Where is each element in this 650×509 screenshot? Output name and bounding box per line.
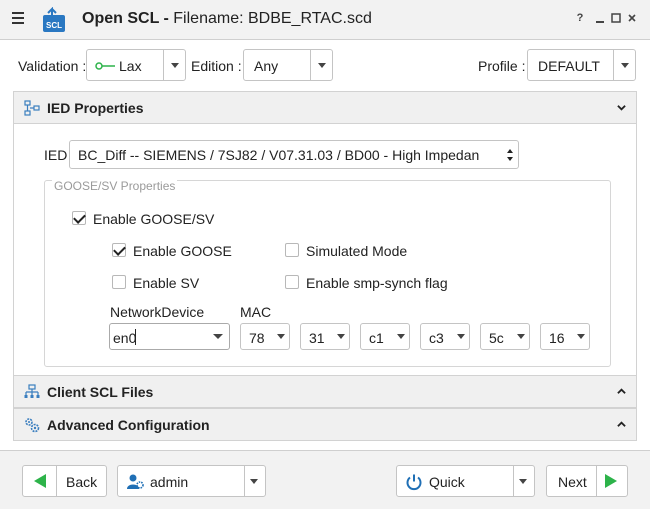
enable-sv-label: Enable SV (133, 275, 200, 291)
mac-octet-4-select[interactable]: c3 (420, 323, 470, 350)
enable-goose-sv-checkbox[interactable] (72, 211, 86, 225)
edition-label: Edition : (191, 58, 242, 74)
simulated-mode-checkbox[interactable] (285, 243, 299, 257)
smp-synch-checkbox[interactable] (285, 275, 299, 289)
mac-octet-2-select[interactable]: 31 (300, 323, 350, 350)
chevron-down-icon (397, 334, 405, 339)
chevron-down-icon (613, 50, 635, 80)
next-button[interactable]: Next (546, 465, 628, 497)
minimize-button[interactable] (593, 12, 607, 27)
user-value: admin (150, 474, 189, 490)
mac-octet-5-value: 5c (489, 330, 504, 346)
chevron-down-icon (517, 334, 525, 339)
chevron-down-icon (207, 324, 229, 349)
chevron-down-icon (577, 334, 585, 339)
validation-status-icon (95, 62, 115, 70)
validation-label: Validation : (18, 58, 87, 74)
help-button[interactable]: ? (573, 12, 587, 24)
minimize-icon (596, 21, 604, 23)
quick-button[interactable]: Quick (396, 465, 535, 497)
maximize-button[interactable] (609, 12, 623, 27)
advanced-configuration-header[interactable]: Advanced Configuration (13, 408, 637, 441)
title-bar: SCL Open SCL - Filename: BDBE_RTAC.scd ? (0, 0, 650, 40)
chevron-up-icon (617, 388, 626, 394)
edition-value: Any (254, 58, 279, 74)
network-device-label: NetworkDevice (110, 304, 205, 320)
simulated-mode-label: Simulated Mode (306, 243, 408, 259)
mac-octet-6-select[interactable]: 16 (540, 323, 590, 350)
chevron-down-icon (310, 50, 332, 80)
mac-octet-5-select[interactable]: 5c (480, 323, 530, 350)
mac-octet-3-value: c1 (369, 330, 384, 346)
next-label: Next (558, 474, 587, 490)
client-network-icon (24, 384, 40, 398)
text-cursor (135, 329, 136, 345)
profile-select[interactable]: DEFAULT (527, 49, 636, 81)
goose-sv-properties-legend: GOOSE/SV Properties (52, 179, 178, 193)
mac-octet-4-value: c3 (429, 330, 444, 346)
client-scl-files-title: Client SCL Files (47, 384, 154, 400)
filename-label: Filename: BDBE_RTAC.scd (173, 10, 372, 27)
back-arrow-icon (34, 474, 46, 488)
chevron-down-icon (337, 334, 345, 339)
scl-app-icon: SCL (42, 6, 66, 33)
next-arrow-icon (605, 474, 617, 488)
mac-octet-1-select[interactable]: 78 (240, 323, 290, 350)
ied-properties-header[interactable]: IED Properties (13, 91, 637, 124)
profile-value: DEFAULT (538, 58, 600, 74)
close-button[interactable] (625, 12, 639, 27)
mac-octet-3-select[interactable]: c1 (360, 323, 410, 350)
svg-text:SCL: SCL (46, 21, 62, 30)
chevron-down-icon (277, 334, 285, 339)
power-icon (406, 474, 422, 491)
ied-properties-title: IED Properties (47, 100, 144, 116)
profile-label: Profile : (478, 58, 526, 74)
edition-select[interactable]: Any (243, 49, 333, 81)
chevron-down-icon (163, 50, 185, 80)
network-device-value: en0 (113, 330, 137, 346)
client-scl-files-header[interactable]: Client SCL Files (13, 375, 637, 408)
quick-label: Quick (429, 474, 465, 490)
validation-value: Lax (119, 58, 142, 74)
advanced-configuration-title: Advanced Configuration (47, 417, 210, 433)
chevron-down-icon (250, 479, 258, 484)
smp-synch-label: Enable smp-synch flag (306, 275, 448, 291)
chevron-down-icon (617, 105, 626, 111)
ied-label: IED (44, 147, 68, 163)
maximize-icon (611, 13, 621, 23)
enable-sv-checkbox[interactable] (112, 275, 126, 289)
close-icon (628, 14, 636, 22)
gears-icon (25, 418, 40, 433)
chevron-down-icon (519, 479, 527, 484)
enable-goose-sv-label: Enable GOOSE/SV (93, 211, 215, 227)
chevron-down-icon (457, 334, 465, 339)
ied-network-icon (24, 100, 40, 116)
mac-octet-6-value: 16 (549, 330, 565, 346)
window-title: Open SCL - Filename: BDBE_RTAC.scd (82, 10, 372, 28)
mac-label: MAC (240, 304, 272, 320)
up-down-arrows-icon (507, 149, 513, 161)
back-label: Back (66, 474, 98, 490)
ied-select-value: BC_Diff -- SIEMENS / 7SJ82 / V07.31.03 /… (78, 147, 480, 163)
validation-select[interactable]: Lax (86, 49, 186, 81)
user-select[interactable]: admin (117, 465, 266, 497)
ied-select[interactable]: BC_Diff -- SIEMENS / 7SJ82 / V07.31.03 /… (69, 140, 519, 169)
enable-goose-label: Enable GOOSE (133, 243, 232, 259)
hamburger-menu-icon[interactable] (12, 12, 24, 26)
network-device-combo[interactable]: en0 (109, 323, 230, 350)
mac-octet-1-value: 78 (249, 330, 265, 346)
chevron-up-icon (617, 421, 626, 427)
mac-octet-2-value: 31 (309, 330, 325, 346)
enable-goose-checkbox[interactable] (112, 243, 126, 257)
user-gear-icon (127, 474, 144, 489)
back-button[interactable]: Back (22, 465, 107, 497)
app-name: Open SCL - (82, 10, 169, 27)
